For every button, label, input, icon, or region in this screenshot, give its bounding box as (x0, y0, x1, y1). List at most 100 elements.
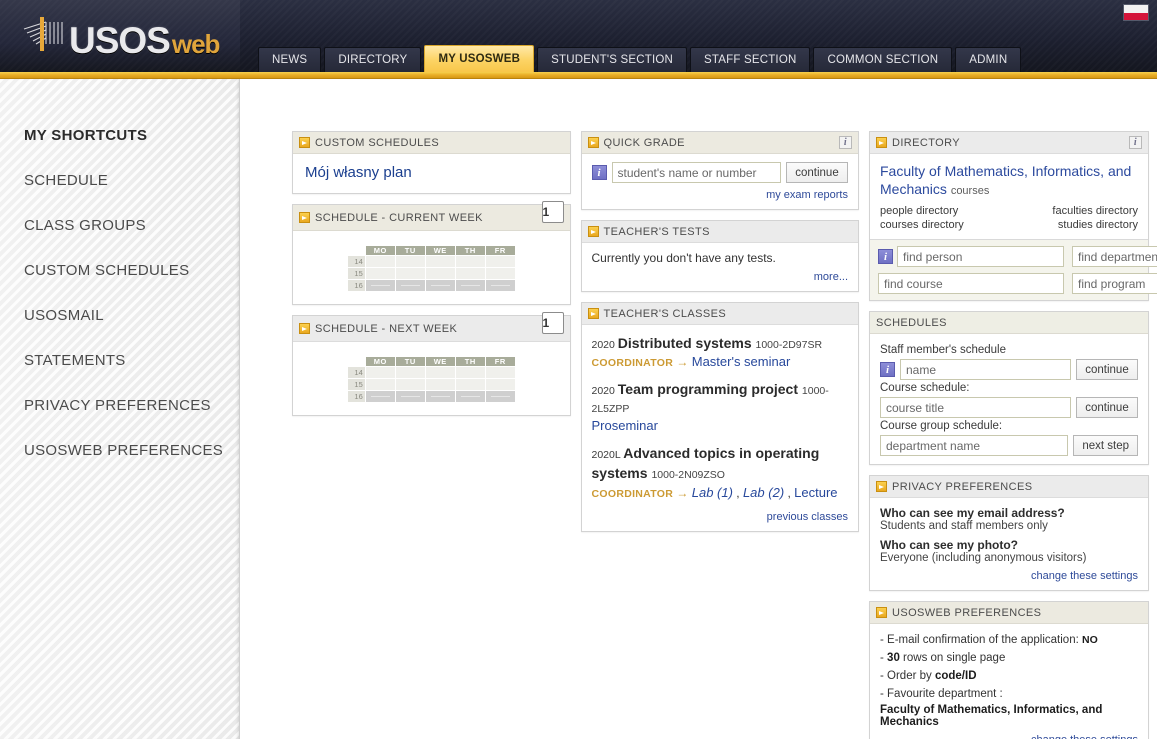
nav-tab-news[interactable]: NEWS (258, 47, 322, 72)
teachers-tests-more-link[interactable]: more... (814, 271, 848, 283)
panel-body-teachers-tests: Currently you don't have any tests. more… (582, 243, 859, 291)
preferences-change-settings-link[interactable]: change these settings (1031, 734, 1138, 739)
group-schedule-input[interactable] (880, 435, 1069, 457)
staff-schedule-input[interactable] (900, 359, 1071, 381)
mini-schedule-cell[interactable] (454, 279, 486, 292)
nav-tab-student-s-section[interactable]: STUDENT'S SECTION (537, 47, 687, 72)
usosweb-logo[interactable]: USOS web (20, 13, 220, 59)
directory-link-studies-directory[interactable]: studies directory (1052, 219, 1138, 231)
sidebar-item-class-groups[interactable]: CLASS GROUPS (0, 203, 239, 248)
mini-schedule-cell[interactable] (454, 378, 486, 391)
mini-schedule-cell[interactable] (394, 279, 426, 292)
info-icon[interactable]: i (880, 362, 895, 378)
panel-header-schedules: SCHEDULES (870, 312, 1148, 335)
mini-schedule-cell[interactable] (484, 267, 516, 280)
privacy-change-settings-link[interactable]: change these settings (1031, 570, 1138, 582)
privacy-rows: Who can see my email address? Students an… (880, 506, 1138, 564)
mini-schedule-cell[interactable] (364, 279, 396, 292)
mini-schedule-cell[interactable] (364, 366, 396, 379)
directory-faculty-link[interactable]: Faculty of Mathematics, Informatics, and… (880, 162, 1138, 198)
class-group-link[interactable]: Proseminar (592, 418, 658, 433)
mini-schedule-cell[interactable] (454, 255, 486, 268)
nav-tab-staff-section[interactable]: STAFF SECTION (690, 47, 811, 72)
mini-schedule-next[interactable]: MO TU WE TH FR 14 15 16 (293, 342, 570, 415)
previous-classes-link[interactable]: previous classes (767, 511, 848, 523)
mini-schedule-cell[interactable] (424, 378, 456, 391)
mini-schedule-cell[interactable] (484, 390, 516, 403)
info-icon[interactable]: i (1129, 136, 1142, 149)
directory-link-faculties-directory[interactable]: faculties directory (1052, 205, 1138, 217)
sidebar-item-statements[interactable]: STATEMENTS (0, 338, 239, 383)
mini-schedule-cell[interactable] (454, 366, 486, 379)
info-icon[interactable]: i (878, 249, 893, 265)
sidebar-item-usosmail[interactable]: USOSMAIL (0, 293, 239, 338)
calendar-icon[interactable]: 1 (541, 201, 564, 223)
sidebar-item-usosweb-preferences[interactable]: USOSWEB PREFERENCES (0, 428, 239, 473)
sidebar-item-custom-schedules[interactable]: CUSTOM SCHEDULES (0, 248, 239, 293)
mini-schedule-cell[interactable] (424, 255, 456, 268)
nav-tab-admin[interactable]: ADMIN (955, 47, 1022, 72)
mini-schedule-cell[interactable] (394, 267, 426, 280)
quick-grade-input[interactable] (611, 162, 781, 183)
top-bar: USOS web NEWS DIRECTORY MY USOSWEB STUDENT'… (0, 0, 1157, 72)
panel-header-directory: DIRECTORY i (870, 132, 1148, 154)
mini-schedule-cell[interactable] (424, 366, 456, 379)
class-group-link[interactable]: Lab (1) (692, 485, 733, 500)
staff-schedule-label: Staff member's schedule (880, 344, 1006, 357)
mini-schedule-hour-label: 16 (346, 279, 366, 292)
directory-link-courses-directory[interactable]: courses directory (880, 219, 964, 231)
find-course-input[interactable] (878, 273, 1064, 295)
sidebar-item-schedule[interactable]: SCHEDULE (0, 158, 239, 203)
class-group-link[interactable]: Lecture (794, 485, 837, 500)
class-group-link[interactable]: Master's seminar (692, 354, 791, 369)
mini-schedule-day-we: WE (424, 245, 456, 256)
mini-schedule-cell[interactable] (484, 378, 516, 391)
class-group-link[interactable]: Lab (2) (743, 485, 784, 500)
mini-schedule-cell[interactable] (454, 390, 486, 403)
mini-schedule-cell[interactable] (394, 255, 426, 268)
mini-schedule-cell[interactable] (484, 366, 516, 379)
mini-schedule-table[interactable]: MO TU WE TH FR 14 15 16 (346, 356, 516, 403)
course-schedule-continue-button[interactable]: continue (1076, 397, 1138, 419)
mini-schedule-cell[interactable] (364, 267, 396, 280)
find-person-input[interactable] (897, 246, 1064, 268)
mini-schedule-cell[interactable] (484, 279, 516, 292)
mini-schedule-cell[interactable] (424, 279, 456, 292)
mini-schedule-table[interactable]: MO TU WE TH FR 14 15 16 (346, 245, 516, 292)
info-icon[interactable]: i (591, 165, 607, 180)
custom-schedule-link[interactable]: Mój własny plan (305, 164, 412, 181)
find-program-input[interactable] (1072, 273, 1157, 295)
mini-schedule-cell[interactable] (424, 267, 456, 280)
nav-tab-my-usosweb[interactable]: MY USOSWEB (424, 45, 535, 72)
quick-grade-continue-button[interactable]: continue (786, 162, 848, 183)
mini-schedule-cell[interactable] (364, 390, 396, 403)
class-name: Distributed systems (617, 335, 756, 351)
directory-link-people-directory[interactable]: people directory (880, 205, 964, 217)
mini-schedule-cell[interactable] (424, 390, 456, 403)
find-department-input[interactable] (1072, 246, 1157, 268)
sidebar-item-privacy-preferences[interactable]: PRIVACY PREFERENCES (0, 383, 239, 428)
mini-schedule-day-th: TH (454, 245, 486, 256)
mini-schedule-cell[interactable] (394, 390, 426, 403)
info-icon[interactable]: i (839, 136, 852, 149)
nav-tab-directory[interactable]: DIRECTORY (324, 47, 422, 72)
group-schedule-next-step-button[interactable]: next step (1073, 435, 1138, 457)
language-flag-icon[interactable] (1123, 4, 1149, 21)
mini-schedule-cell[interactable] (454, 267, 486, 280)
calendar-icon[interactable]: 1 (541, 312, 564, 334)
mini-schedule-cell[interactable] (394, 378, 426, 391)
nav-tab-common-section[interactable]: COMMON SECTION (813, 47, 953, 72)
mini-schedule-current[interactable]: MO TU WE TH FR 14 15 16 (293, 231, 570, 304)
panel-title: PRIVACY PREFERENCES (892, 480, 1033, 493)
course-schedule-input[interactable] (880, 397, 1071, 419)
mini-schedule-cell[interactable] (484, 255, 516, 268)
gold-divider (0, 72, 1157, 79)
course-schedule-form: continue (880, 397, 1138, 419)
mini-schedule-cell[interactable] (394, 366, 426, 379)
mini-schedule-cell[interactable] (364, 255, 396, 268)
mini-schedule-cell[interactable] (364, 378, 396, 391)
staff-schedule-continue-button[interactable]: continue (1076, 359, 1138, 381)
my-exam-reports-link[interactable]: my exam reports (766, 189, 848, 201)
panel-body-schedules: Staff member's schedule i continue Cours… (870, 334, 1148, 464)
find-course-cell (878, 273, 1064, 295)
